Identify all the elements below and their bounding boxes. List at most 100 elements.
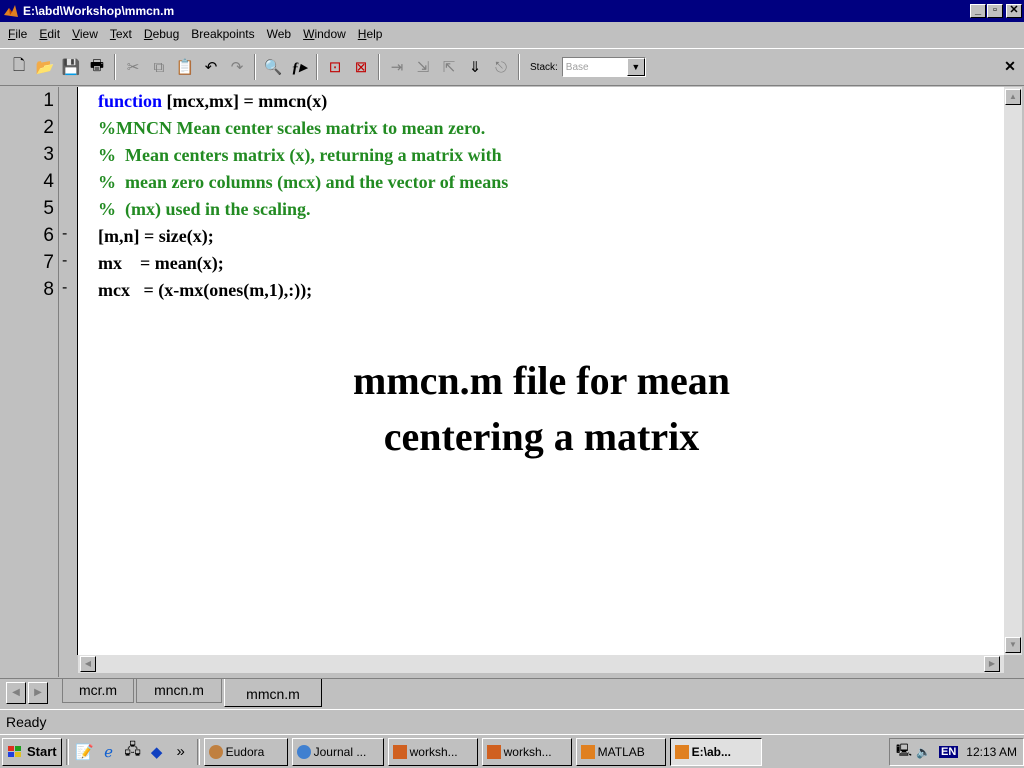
tab-scroll-left-icon[interactable]: ◀ bbox=[6, 682, 26, 704]
taskbar: Start 📝 ℯ 🖧 ◆ » Eudora Journal ... works… bbox=[0, 734, 1024, 768]
keyword: function bbox=[98, 91, 163, 111]
taskbar-separator bbox=[196, 738, 200, 765]
comment-line[interactable]: % Mean centers matrix (x), returning a m… bbox=[98, 145, 502, 166]
chevron-down-icon[interactable]: ▼ bbox=[626, 58, 645, 76]
language-indicator[interactable]: EN bbox=[939, 745, 959, 758]
channels-icon[interactable]: ◆ bbox=[145, 740, 169, 764]
exit-debug-icon[interactable]: ⎋ bbox=[488, 54, 514, 80]
step-out-icon[interactable]: ⇱ bbox=[436, 54, 462, 80]
menu-web[interactable]: Web bbox=[261, 27, 297, 41]
breakpoint-marker[interactable]: - bbox=[62, 225, 67, 243]
comment-line[interactable]: % mean zero columns (mcx) and the vector… bbox=[98, 172, 508, 193]
scroll-up-icon[interactable]: ▲ bbox=[1005, 89, 1021, 105]
tray-network-icon[interactable]: 🖳 bbox=[896, 741, 912, 762]
title-bar: E:\abd\Workshop\mmcn.m _ ▫ ✕ bbox=[0, 0, 1024, 22]
toolbar-separator bbox=[114, 54, 116, 80]
editor-area: 1 2 3 4 5 6 7 8 - - - function [mcx,mx] … bbox=[0, 87, 1024, 677]
task-journal[interactable]: Journal ... bbox=[291, 737, 384, 766]
save-icon[interactable]: 💾 bbox=[58, 54, 84, 80]
code-line[interactable]: mx = mean(x); bbox=[98, 253, 224, 274]
open-folder-icon[interactable]: 📂 bbox=[32, 54, 58, 80]
menu-file[interactable]: File bbox=[2, 27, 33, 41]
code-line[interactable]: mcx = (x-mx(ones(m,1),:)); bbox=[98, 280, 312, 301]
breakpoint-column[interactable]: - - - bbox=[58, 87, 76, 677]
set-breakpoint-icon[interactable]: ⊡ bbox=[322, 54, 348, 80]
cut-icon[interactable]: ✂ bbox=[120, 54, 146, 80]
code-pane[interactable]: function [mcx,mx] = mmcn(x) %MNCN Mean c… bbox=[77, 87, 1004, 655]
code-line[interactable]: [m,n] = size(x); bbox=[98, 226, 214, 247]
comment-line[interactable]: %MNCN Mean center scales matrix to mean … bbox=[98, 118, 485, 139]
vertical-scrollbar[interactable]: ▲ ▼ bbox=[1004, 87, 1022, 655]
network-icon[interactable]: 🖧 bbox=[121, 740, 145, 764]
toolbar: 🗋 📂 💾 🖶 ✂ ⧉ 📋 ↶ ↷ 🔍 ƒ▸ ⊡ ⊠ ⇥ ⇲ ⇱ ⇓ ⎋ Sta… bbox=[0, 48, 1024, 86]
breakpoint-marker[interactable]: - bbox=[62, 279, 67, 297]
print-icon[interactable]: 🖶 bbox=[84, 54, 110, 80]
windows-logo-icon bbox=[8, 745, 21, 757]
toolbar-separator bbox=[518, 54, 520, 80]
menu-window[interactable]: Window bbox=[297, 27, 352, 41]
task-workshop-1[interactable]: worksh... bbox=[387, 737, 478, 766]
menu-edit[interactable]: Edit bbox=[33, 27, 66, 41]
line-number: 5 bbox=[43, 198, 54, 219]
step-in-icon[interactable]: ⇲ bbox=[410, 54, 436, 80]
maximize-button[interactable]: ▫ bbox=[987, 4, 1003, 18]
tab-mncn[interactable]: mncn.m bbox=[136, 679, 222, 703]
close-button[interactable]: ✕ bbox=[1006, 4, 1022, 18]
caption-line: centering a matrix bbox=[383, 414, 700, 459]
slide-caption: mmcn.m file for mean centering a matrix bbox=[78, 353, 1005, 465]
breakpoint-marker[interactable]: - bbox=[62, 252, 67, 270]
browser-icon bbox=[296, 744, 311, 759]
code-line[interactable]: function [mcx,mx] = mmcn(x) bbox=[98, 91, 327, 112]
redo-icon[interactable]: ↷ bbox=[224, 54, 250, 80]
caption-line: mmcn.m file for mean bbox=[353, 358, 730, 403]
scroll-down-icon[interactable]: ▼ bbox=[1005, 637, 1021, 653]
line-number: 1 bbox=[43, 90, 54, 111]
step-icon[interactable]: ⇥ bbox=[384, 54, 410, 80]
function-icon[interactable]: ƒ▸ bbox=[286, 54, 312, 80]
system-tray: 🖳 🔈 EN 12:13 AM bbox=[889, 737, 1024, 766]
continue-icon[interactable]: ⇓ bbox=[462, 54, 488, 80]
tab-mcr[interactable]: mcr.m bbox=[62, 679, 134, 703]
more-quicklaunch-icon[interactable]: » bbox=[169, 740, 193, 764]
find-icon[interactable]: 🔍 bbox=[260, 54, 286, 80]
tab-scroll-right-icon[interactable]: ▶ bbox=[28, 682, 48, 704]
tab-mmcn[interactable]: mmcn.m bbox=[224, 679, 322, 707]
internet-explorer-icon[interactable]: ℯ bbox=[97, 740, 121, 764]
start-button[interactable]: Start bbox=[2, 737, 62, 766]
matlab-editor-icon bbox=[674, 744, 689, 759]
stack-dropdown[interactable]: Base ▼ bbox=[561, 57, 646, 77]
menu-view[interactable]: View bbox=[66, 27, 104, 41]
taskbar-separator bbox=[65, 738, 69, 765]
close-document-icon[interactable]: ✕ bbox=[1002, 58, 1018, 74]
line-number: 4 bbox=[43, 171, 54, 192]
comment-line[interactable]: % (mx) used in the scaling. bbox=[98, 199, 311, 220]
copy-icon[interactable]: ⧉ bbox=[146, 54, 172, 80]
line-number: 3 bbox=[43, 144, 54, 165]
volume-icon[interactable]: 🔈 bbox=[916, 745, 931, 759]
menu-breakpoints[interactable]: Breakpoints bbox=[185, 27, 260, 41]
toolbar-separator bbox=[378, 54, 380, 80]
scroll-right-icon[interactable]: ▶ bbox=[984, 656, 1000, 672]
clock[interactable]: 12:13 AM bbox=[966, 745, 1017, 759]
line-number: 8 bbox=[43, 279, 54, 300]
start-label: Start bbox=[27, 744, 57, 759]
task-eudora[interactable]: Eudora bbox=[203, 737, 288, 766]
minimize-button[interactable]: _ bbox=[970, 4, 986, 18]
menu-text[interactable]: Text bbox=[104, 27, 138, 41]
clear-breakpoints-icon[interactable]: ⊠ bbox=[348, 54, 374, 80]
horizontal-scrollbar[interactable]: ◀ ▶ bbox=[78, 655, 1004, 673]
notepad-icon[interactable]: 📝 bbox=[73, 740, 97, 764]
undo-icon[interactable]: ↶ bbox=[198, 54, 224, 80]
paste-icon[interactable]: 📋 bbox=[172, 54, 198, 80]
line-number: 7 bbox=[43, 252, 54, 273]
scroll-left-icon[interactable]: ◀ bbox=[80, 656, 96, 672]
powerpoint-icon bbox=[486, 744, 501, 759]
line-number: 2 bbox=[43, 117, 54, 138]
status-bar: Ready bbox=[0, 709, 1024, 733]
menu-debug[interactable]: Debug bbox=[138, 27, 185, 41]
new-file-icon[interactable]: 🗋 bbox=[6, 54, 32, 80]
task-editor[interactable]: E:\ab... bbox=[669, 737, 762, 766]
task-matlab[interactable]: MATLAB bbox=[575, 737, 666, 766]
menu-help[interactable]: Help bbox=[352, 27, 389, 41]
task-workshop-2[interactable]: worksh... bbox=[481, 737, 572, 766]
